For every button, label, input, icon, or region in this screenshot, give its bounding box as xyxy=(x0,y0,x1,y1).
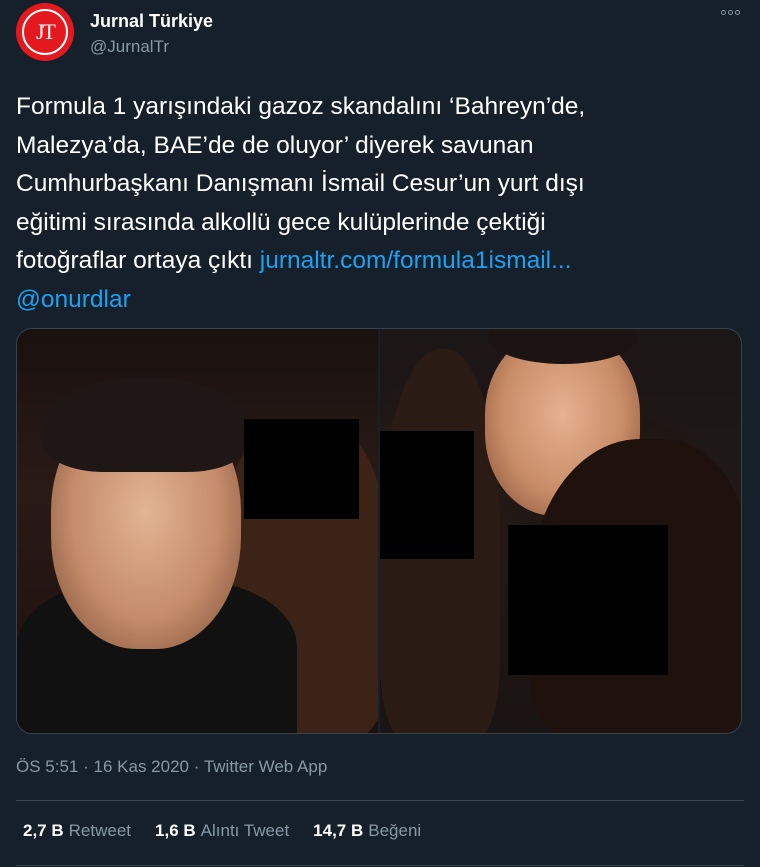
tweet-text-line: fotoğraflar ortaya çıktı jurnaltr.com/fo… xyxy=(16,242,746,281)
retweet-stat[interactable]: 2,7 B Retweet xyxy=(23,821,131,841)
mention-link[interactable]: @onurdlar xyxy=(16,286,131,313)
tweet-text-line: eğitimi sırasında alkollü gece kulüpleri… xyxy=(16,208,546,236)
photo-right[interactable] xyxy=(380,329,741,733)
tweet-meta: ÖS 5:51 · 16 Kas 2020 · Twitter Web App xyxy=(16,757,327,777)
tweet-text-line: Formula 1 yarışındaki gazoz skandalını ‘… xyxy=(16,93,586,120)
avatar[interactable]: JT xyxy=(16,3,74,61)
avatar-logo-text: JT xyxy=(36,19,56,44)
meta-separator: · xyxy=(193,757,200,776)
person-hair xyxy=(43,377,248,472)
like-stat[interactable]: 14,7 B Beğeni xyxy=(313,821,421,841)
divider xyxy=(16,800,744,801)
tweet-text-line: Cumhurbaşkanı Danışmanı İsmail Cesur’un … xyxy=(16,170,585,197)
user-handle[interactable]: @JurnalTr xyxy=(90,37,169,57)
tweet-source[interactable]: Twitter Web App xyxy=(204,757,327,776)
quote-stat[interactable]: 1,6 B Alıntı Tweet xyxy=(155,821,289,841)
quote-label: Alıntı Tweet xyxy=(200,821,290,840)
censor-box xyxy=(508,525,668,675)
meta-separator: · xyxy=(83,757,89,776)
tweet-text-line: @onurdlar xyxy=(16,281,746,320)
tweet-text-segment: fotoğraflar ortaya çıktı xyxy=(16,247,253,274)
tweet-text: Formula 1 yarışındaki gazoz skandalını ‘… xyxy=(16,88,746,319)
more-options-icon[interactable] xyxy=(721,10,740,15)
like-label: Beğeni xyxy=(368,821,422,840)
tweet-link[interactable]: jurnaltr.com/formula1ismail... xyxy=(260,247,572,274)
photo-left[interactable] xyxy=(17,329,378,733)
tweet-text-line: Malezya’da, BAE’de de oluyor’ diyerek sa… xyxy=(16,131,534,159)
censor-box xyxy=(380,431,474,559)
tweet: JT Jurnal Türkiye @JurnalTr Formula 1 ya… xyxy=(0,0,760,867)
tweet-date[interactable]: 16 Kas 2020 xyxy=(94,757,189,776)
retweet-label: Retweet xyxy=(68,821,132,840)
divider xyxy=(16,865,744,866)
avatar-logo: JT xyxy=(22,9,68,55)
retweet-count: 2,7 B xyxy=(23,821,64,840)
quote-count: 1,6 B xyxy=(155,821,196,840)
like-count: 14,7 B xyxy=(313,821,364,840)
censor-box xyxy=(244,419,359,519)
tweet-time[interactable]: ÖS 5:51 xyxy=(16,757,78,776)
display-name[interactable]: Jurnal Türkiye xyxy=(90,11,213,32)
tweet-stats: 2,7 B Retweet 1,6 B Alıntı Tweet 14,7 B Beğ… xyxy=(23,821,421,841)
tweet-media xyxy=(16,328,742,734)
